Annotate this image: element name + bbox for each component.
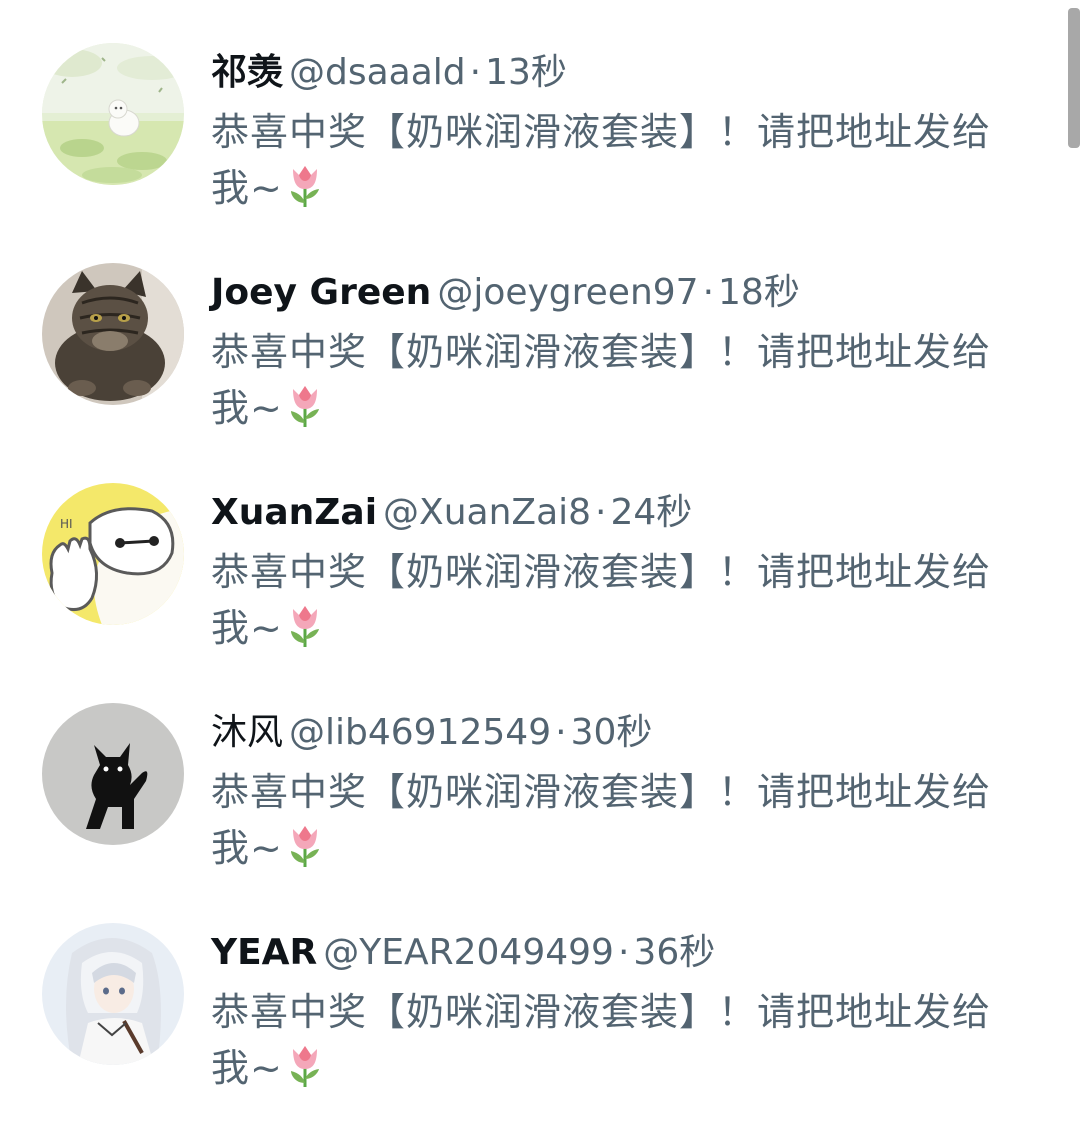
display-name[interactable]: YEAR — [211, 932, 317, 973]
display-name[interactable]: Joey Green — [211, 272, 431, 313]
user-handle[interactable]: @lib46912549 — [289, 712, 551, 753]
reply-text: 恭喜中奖【奶咪润滑液套装】！请把地址发给我~ — [211, 544, 991, 656]
separator-dot: · — [617, 932, 630, 973]
reply-header: YEAR @YEAR2049499 · 36秒 — [211, 928, 1011, 978]
svg-text:HI: HI — [60, 517, 73, 531]
reply-text-body: 恭喜中奖【奶咪润滑液套装】！请把地址发给我~ — [211, 770, 992, 870]
reply-list: 祁羡@dsaaald·13秒 恭喜中奖【奶咪润滑液套装】！请把地址发给我~ — [0, 0, 1080, 1131]
separator-dot: · — [469, 52, 482, 93]
display-name[interactable]: 祁羡 — [211, 52, 283, 93]
reply-text-body: 恭喜中奖【奶咪润滑液套装】！请把地址发给我~ — [211, 990, 992, 1090]
timestamp[interactable]: 13秒 — [485, 52, 567, 93]
reply-content: 祁羡 @dsaaald · 13秒 恭喜中奖【奶咪润滑液套装】！请把地址发给我~ — [211, 48, 1011, 216]
reply-content: 沐风 @lib46912549 · 30秒 恭喜中奖【奶咪润滑液套装】！请把地址发给我… — [211, 708, 1011, 876]
tulip-emoji-icon — [285, 383, 325, 429]
reply-content: XuanZai @XuanZai8 · 24秒 恭喜中奖【奶咪润滑液套装】！请把地址发… — [211, 488, 1011, 656]
separator-dot: · — [555, 712, 567, 753]
black-cat-avatar-icon[interactable] — [42, 703, 184, 845]
tulip-emoji-icon — [285, 823, 325, 869]
reply-header: XuanZai @XuanZai8 · 24秒 — [211, 488, 1011, 538]
reply-item[interactable]: Joey Green @joeygreen97 · 18秒 恭喜中奖【奶咪润滑液套装】… — [0, 220, 1060, 440]
separator-dot: · — [595, 492, 607, 533]
user-handle[interactable]: @joeygreen97 — [437, 272, 698, 313]
reply-text-body: 恭喜中奖【奶咪润滑液套装】！请把地址发给我~ — [211, 110, 992, 210]
timestamp[interactable]: 24秒 — [610, 492, 692, 533]
reply-content: YEAR @YEAR2049499 · 36秒 恭喜中奖【奶咪润滑液套装】！请把地址发… — [211, 928, 1011, 1096]
display-name[interactable]: XuanZai — [211, 492, 377, 533]
display-name[interactable]: 沐风 — [211, 712, 283, 753]
reply-text-body: 恭喜中奖【奶咪润滑液套装】！请把地址发给我~ — [211, 550, 992, 650]
tabby-cat-avatar-icon[interactable] — [42, 263, 184, 405]
reply-text: 恭喜中奖【奶咪润滑液套装】！请把地址发给我~ — [211, 104, 991, 216]
reply-content: Joey Green @joeygreen97 · 18秒 恭喜中奖【奶咪润滑液套装】… — [211, 268, 1011, 436]
timestamp[interactable]: 30秒 — [571, 712, 653, 753]
user-handle[interactable]: @YEAR2049499 — [323, 932, 614, 973]
reply-header: 沐风 @lib46912549 · 30秒 — [211, 708, 1011, 758]
reply-text: 恭喜中奖【奶咪润滑液套装】！请把地址发给我~ — [211, 324, 991, 436]
user-handle[interactable]: @dsaaald — [289, 52, 466, 93]
baymax-waving-avatar-icon[interactable]: HI — [42, 483, 184, 625]
puppy-on-grass-avatar-icon[interactable] — [42, 43, 184, 185]
user-handle[interactable]: @XuanZai8 — [383, 492, 591, 533]
scrollbar-thumb[interactable] — [1068, 8, 1080, 148]
reply-header: Joey Green @joeygreen97 · 18秒 — [211, 268, 1011, 318]
reply-text: 恭喜中奖【奶咪润滑液套装】！请把地址发给我~ — [211, 984, 991, 1096]
reply-item[interactable]: YEAR @YEAR2049499 · 36秒 恭喜中奖【奶咪润滑液套装】！请把地址发… — [0, 880, 1060, 1100]
reply-item[interactable]: 沐风 @lib46912549 · 30秒 恭喜中奖【奶咪润滑液套装】！请把地址发给我… — [0, 660, 1060, 880]
tulip-emoji-icon — [285, 603, 325, 649]
reply-item[interactable]: HI XuanZai @XuanZai8 · 24秒 恭喜中奖【奶咪润滑液套装】！请把… — [0, 440, 1060, 660]
tulip-emoji-icon — [285, 163, 325, 209]
reply-text-body: 恭喜中奖【奶咪润滑液套装】！请把地址发给我~ — [211, 330, 992, 430]
separator-dot: · — [702, 272, 715, 313]
reply-header: 祁羡 @dsaaald · 13秒 — [211, 48, 1011, 98]
reply-text: 恭喜中奖【奶咪润滑液套装】！请把地址发给我~ — [211, 764, 991, 876]
anime-girl-avatar-icon[interactable] — [42, 923, 184, 1065]
timestamp[interactable]: 36秒 — [633, 932, 715, 973]
reply-item[interactable]: 祁羡 @dsaaald · 13秒 恭喜中奖【奶咪润滑液套装】！请把地址发给我~ — [0, 0, 1060, 220]
tulip-emoji-icon — [285, 1043, 325, 1089]
timestamp[interactable]: 18秒 — [718, 272, 800, 313]
